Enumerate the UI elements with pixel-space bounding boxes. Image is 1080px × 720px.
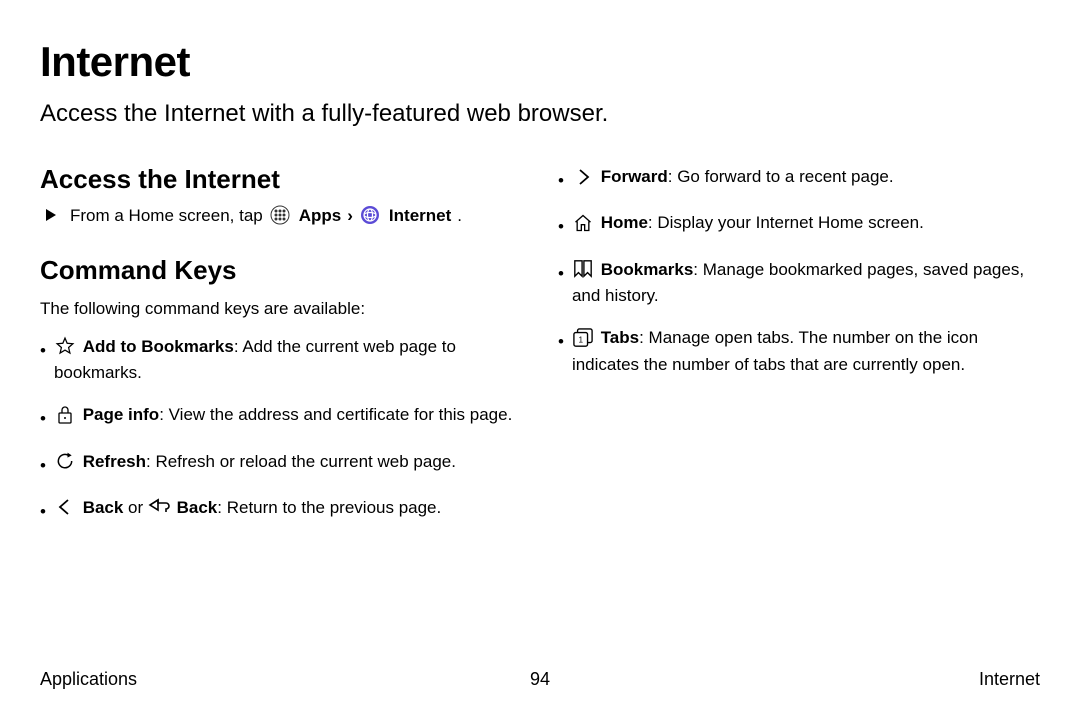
bullet-bookmarks: • Bookmarks: Manage bookmarked pages, sa… — [558, 257, 1040, 310]
access-period: . — [457, 206, 462, 226]
bullet-dot: • — [558, 214, 564, 240]
bullet-dot: • — [558, 329, 564, 355]
bullet-dot: • — [40, 453, 46, 479]
bullet-forward: • Forward: Go forward to a recent page. — [558, 164, 1040, 194]
play-triangle-icon — [40, 204, 62, 226]
star-outline-icon — [54, 335, 76, 357]
right-column: • Forward: Go forward to a recent page. … — [558, 164, 1040, 541]
bullet-dot: • — [40, 499, 46, 525]
b6-label: Home — [601, 213, 648, 232]
b8-label: Tabs — [601, 328, 639, 347]
bookmarks-icon — [572, 258, 594, 280]
left-column: Access the Internet From a Home screen, … — [40, 164, 522, 541]
tabs-icon: 1 — [572, 327, 594, 349]
content-columns: Access the Internet From a Home screen, … — [40, 164, 1040, 541]
b3-label: Refresh — [83, 452, 146, 471]
b2-label: Page info — [83, 405, 160, 424]
bullet-dot: • — [40, 338, 46, 364]
access-line: From a Home screen, tap Apps › — [40, 205, 522, 227]
bullet-page-info: • Page info: View the address and certif… — [40, 402, 522, 432]
b4-text: : Return to the previous page. — [217, 498, 441, 517]
cmd-intro: The following command keys are available… — [40, 296, 522, 322]
access-internet: Internet — [389, 206, 451, 226]
b4-label1: Back — [83, 498, 124, 517]
chevron-left-icon — [54, 496, 76, 518]
bullet-dot: • — [558, 261, 564, 287]
b3-text: : Refresh or reload the current web page… — [146, 452, 456, 471]
access-sep: › — [347, 206, 353, 226]
b7-label: Bookmarks — [601, 260, 694, 279]
b6-text: : Display your Internet Home screen. — [648, 213, 924, 232]
access-prefix: From a Home screen, tap — [70, 206, 263, 226]
home-icon — [572, 212, 594, 234]
bullet-dot: • — [558, 168, 564, 194]
bullet-add-bookmarks: • Add to Bookmarks: Add the current web … — [40, 334, 522, 387]
svg-text:1: 1 — [578, 335, 583, 344]
cmd-heading: Command Keys — [40, 255, 522, 286]
b5-text: : Go forward to a recent page. — [668, 167, 894, 186]
footer-page-number: 94 — [40, 669, 1040, 690]
apps-grid-icon — [269, 204, 291, 226]
refresh-icon — [54, 450, 76, 472]
bullet-home: • Home: Display your Internet Home scree… — [558, 210, 1040, 240]
b5-label: Forward — [601, 167, 668, 186]
bullet-dot: • — [40, 406, 46, 432]
internet-globe-icon — [359, 204, 381, 226]
access-apps: Apps — [299, 206, 342, 226]
b1-label: Add to Bookmarks — [83, 337, 234, 356]
page-intro: Access the Internet with a fully-feature… — [40, 100, 1040, 128]
bullet-refresh: • Refresh: Refresh or reload the current… — [40, 449, 522, 479]
bullet-back: • Back or Back: Return to the previous p… — [40, 495, 522, 525]
chevron-right-icon — [572, 166, 594, 188]
lock-icon — [54, 404, 76, 426]
back-arrow-icon — [148, 496, 170, 518]
bullet-tabs: • 1 Tabs: Manage open tabs. The number o… — [558, 325, 1040, 378]
page-title: Internet — [40, 38, 1040, 86]
access-heading: Access the Internet — [40, 164, 522, 195]
page-footer: Applications 94 Internet — [40, 669, 1040, 690]
b4-label2: Back — [177, 498, 218, 517]
b4-or: or — [123, 498, 148, 517]
b2-text: : View the address and certificate for t… — [159, 405, 512, 424]
